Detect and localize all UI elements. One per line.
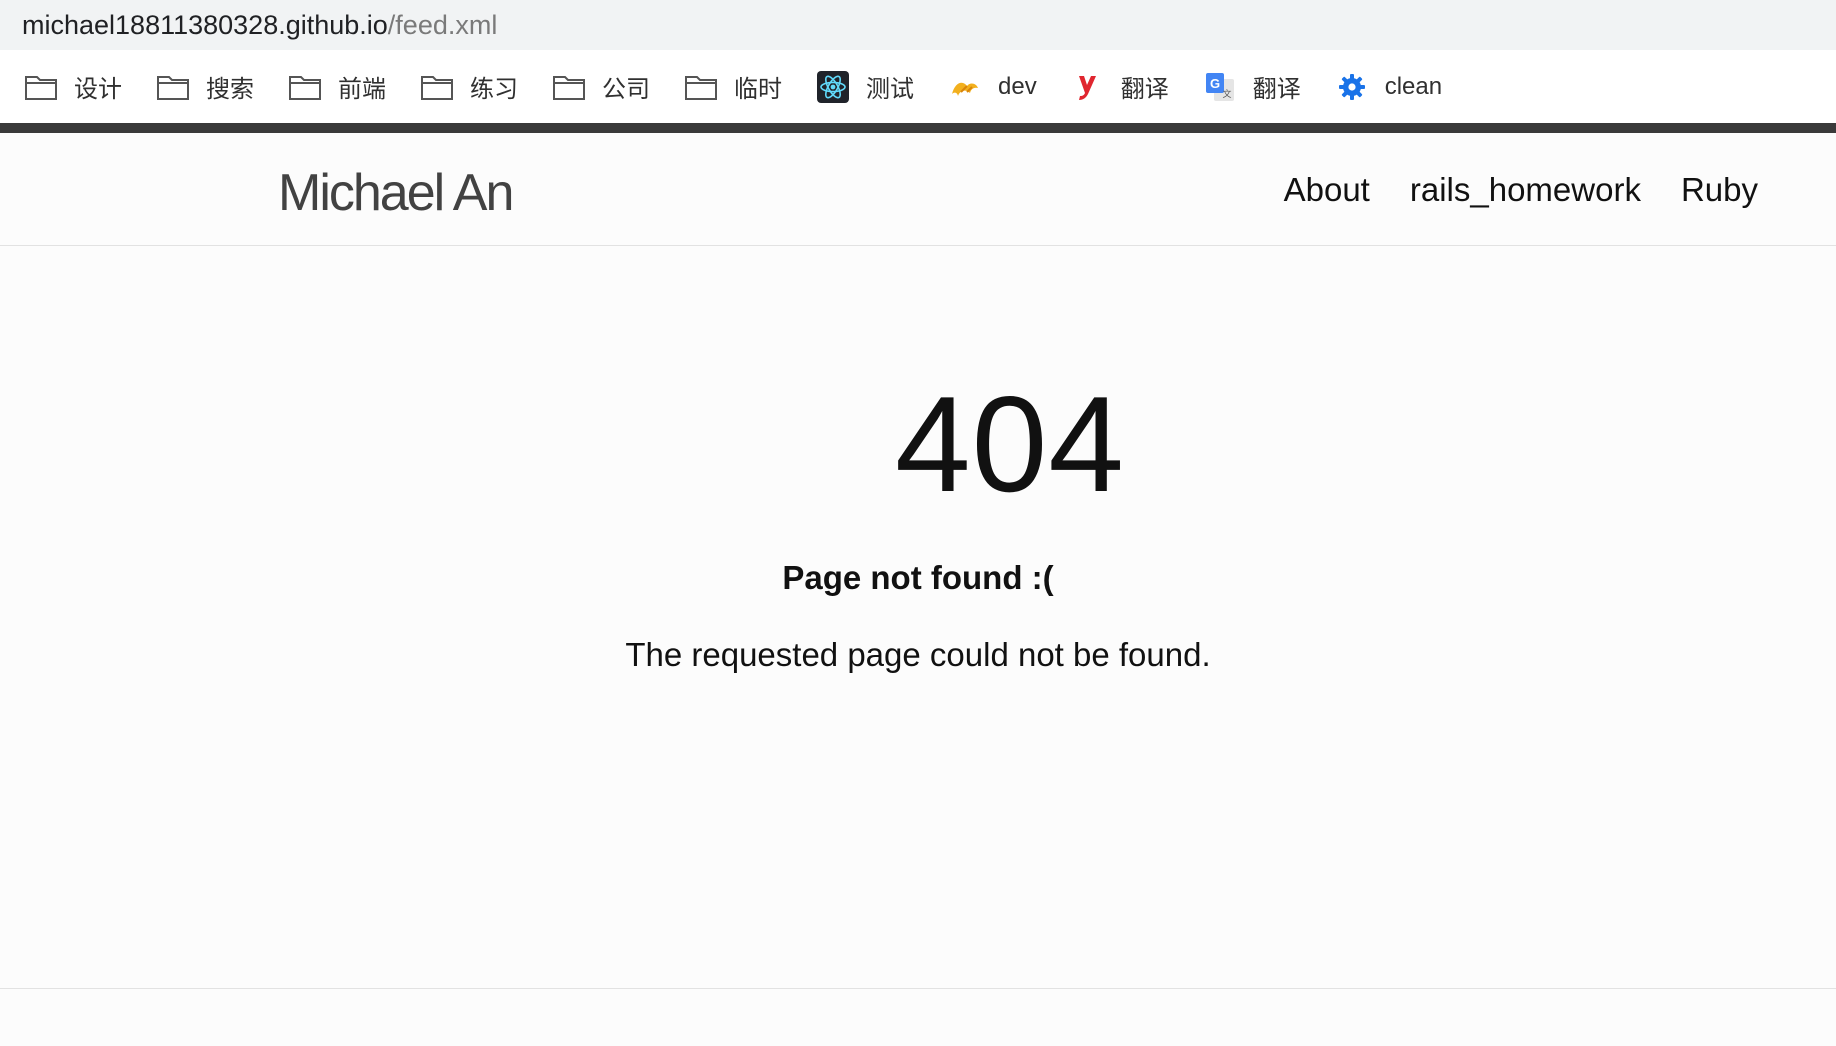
site-title-link[interactable]: Michael An (278, 163, 514, 223)
bookmark-label: 练习 (470, 76, 518, 103)
bookmark-folder-practice[interactable]: 练习 (420, 69, 518, 104)
bookmarks-bar: 设计 搜索 前端 练习 公司 临时 测试 dev 翻译 G 文 翻译 clean (0, 50, 1836, 123)
svg-text:文: 文 (1222, 88, 1231, 100)
folder-icon (288, 71, 322, 103)
bookmark-label: 临时 (734, 76, 782, 103)
bookmark-folder-search[interactable]: 搜索 (156, 69, 254, 104)
bookmark-clean[interactable]: clean (1335, 71, 1442, 103)
youdao-icon (1071, 71, 1105, 103)
url-host: michael18811380328.github.io (22, 9, 388, 40)
error-code: 404 (895, 368, 1125, 520)
bookmark-label: 翻译 (1252, 76, 1301, 103)
folder-icon (552, 71, 586, 103)
bookmark-label: 翻译 (1120, 76, 1169, 103)
bookmark-label: clean (1384, 72, 1443, 100)
url-path: /feed.xml (387, 9, 498, 40)
site-top-stripe (0, 123, 1836, 133)
google-translate-icon: G文 (1203, 71, 1237, 103)
error-title: Page not found :( (782, 559, 1054, 596)
gear-icon (1335, 71, 1369, 103)
bookmark-label: 公司 (602, 76, 650, 103)
site-header: Michael An About rails_homework Ruby (0, 133, 1836, 246)
bookmark-youdao-translate[interactable]: 翻译 (1071, 69, 1169, 104)
folder-icon (156, 71, 190, 103)
bookmark-folder-design[interactable]: 设计 (24, 69, 122, 104)
address-bar[interactable]: michael18811380328.github.io/feed.xml (0, 0, 1836, 50)
bookmark-label: 搜索 (206, 76, 254, 103)
bookmark-google-translate[interactable]: G文 翻译 (1203, 69, 1301, 104)
site-nav: About rails_homework Ruby (1244, 171, 1758, 209)
bookmark-folder-frontend[interactable]: 前端 (288, 69, 386, 104)
bookmark-label: 前端 (338, 76, 386, 103)
error-message: The requested page could not be found. (625, 636, 1211, 673)
nav-link-ruby[interactable]: Ruby (1681, 171, 1758, 209)
dev-bird-icon (948, 71, 982, 103)
page-content: 404 Page not found :( The requested page… (0, 246, 1836, 989)
folder-icon (420, 71, 454, 103)
react-icon (816, 70, 850, 103)
bookmark-test[interactable]: 测试 (816, 69, 914, 104)
folder-icon (684, 71, 718, 103)
bookmark-folder-temp[interactable]: 临时 (684, 69, 782, 104)
bookmark-folder-company[interactable]: 公司 (552, 69, 650, 104)
bookmark-label: 测试 (866, 76, 914, 103)
bookmark-label: 设计 (74, 76, 122, 103)
bookmark-dev[interactable]: dev (948, 71, 1037, 103)
nav-link-about[interactable]: About (1284, 171, 1370, 209)
folder-icon (24, 71, 58, 103)
svg-text:G: G (1210, 76, 1220, 91)
bookmark-label: dev (998, 72, 1037, 100)
nav-link-rails-homework[interactable]: rails_homework (1410, 171, 1641, 209)
